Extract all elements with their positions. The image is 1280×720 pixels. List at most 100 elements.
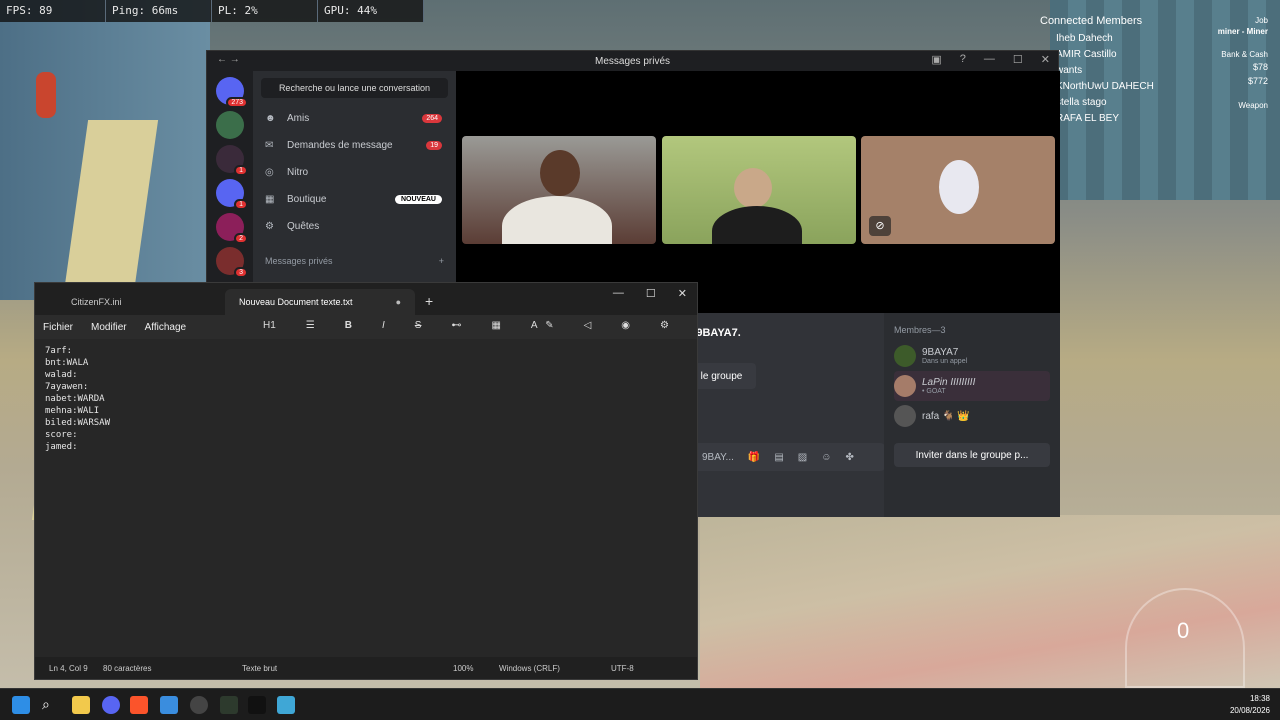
unsaved-dot-icon: ●: [395, 297, 401, 307]
hud-job-label: Job: [1255, 16, 1268, 25]
new-badge: NOUVEAU: [394, 195, 442, 204]
text-line: mehna:WALI: [45, 406, 100, 416]
photos-icon[interactable]: [160, 696, 178, 714]
close-button[interactable]: ✕: [1041, 53, 1050, 66]
badge: 273: [226, 97, 248, 108]
system-tray[interactable]: 18:38 20/08/2026: [1230, 693, 1270, 717]
speedometer-value: 0: [1177, 618, 1190, 643]
minimize-button[interactable]: —: [613, 287, 624, 300]
add-dm-icon[interactable]: +: [439, 256, 444, 266]
minimize-button[interactable]: —: [984, 53, 995, 66]
account-icon[interactable]: ◉: [621, 320, 630, 331]
nav-message-requests[interactable]: ✉ Demandes de message 19: [253, 132, 456, 159]
fivem-icon[interactable]: [220, 696, 238, 714]
inbox-icon[interactable]: ▣: [931, 53, 941, 66]
message-input[interactable]: 9BAY... 🎁 ▤ ▨ ☺ ✤: [666, 443, 886, 471]
server-icon[interactable]: [216, 111, 244, 139]
member-item[interactable]: LaPin IIIIIIIII • GOAT: [894, 371, 1050, 401]
tab-citizenfx[interactable]: CitizenFX.ini: [35, 289, 225, 315]
server-home[interactable]: 273: [216, 77, 248, 108]
apps-icon[interactable]: ✤: [845, 452, 853, 463]
pl-readout: PL: 2%: [212, 0, 318, 22]
steam-icon[interactable]: [190, 696, 208, 714]
cursor-position: Ln 4, Col 9: [49, 663, 88, 673]
server-icon[interactable]: 3: [216, 247, 248, 278]
invite-button[interactable]: Inviter dans le groupe p...: [894, 443, 1050, 467]
gift-icon[interactable]: 🎁: [748, 452, 760, 463]
tab-active[interactable]: Nouveau Document texte.txt ●: [225, 289, 415, 315]
discord-icon[interactable]: [102, 696, 120, 714]
line-ending: Windows (CRLF): [499, 663, 560, 673]
link-icon[interactable]: ⊷: [451, 320, 461, 331]
italic-icon[interactable]: I: [382, 320, 385, 331]
help-icon[interactable]: ?: [960, 53, 966, 66]
menu-file[interactable]: Fichier: [43, 322, 73, 333]
text-line: 7arf:: [45, 346, 73, 356]
server-icon[interactable]: 1: [216, 145, 248, 176]
notepad-icon[interactable]: [277, 696, 295, 714]
shop-icon: ▦: [265, 194, 275, 205]
settings-icon[interactable]: ⚙: [660, 320, 669, 331]
maximize-button[interactable]: ☐: [1013, 53, 1023, 66]
video-tile[interactable]: [662, 136, 856, 244]
strikethrough-icon[interactable]: S: [415, 320, 422, 331]
server-icon[interactable]: 1: [216, 179, 248, 210]
dm-section-header: Messages privés +: [253, 240, 456, 270]
avatar: [894, 405, 916, 427]
nav-nitro[interactable]: ◎ Nitro: [253, 159, 456, 186]
badge: 2: [234, 233, 248, 244]
new-tab-button[interactable]: +: [425, 293, 433, 309]
clock-date: 20/08/2026: [1229, 706, 1270, 715]
text-line: walad:: [45, 370, 78, 380]
muted-icon: ⊘: [869, 216, 891, 236]
quests-icon: ⚙: [265, 221, 274, 232]
tab-label: Nouveau Document texte.txt: [239, 297, 353, 307]
heading-dropdown[interactable]: H1: [263, 320, 276, 331]
notepad-window: CitizenFX.ini Nouveau Document texte.txt…: [34, 282, 698, 680]
member-item[interactable]: 9BAYA7 Dans un appel: [894, 341, 1050, 371]
video-tile[interactable]: [462, 136, 656, 244]
file-explorer-icon[interactable]: [72, 696, 90, 714]
mail-icon: ✉: [265, 140, 274, 151]
close-button[interactable]: ✕: [678, 287, 687, 300]
avatar: [894, 345, 916, 367]
text-line: biled:WARSAW: [45, 418, 111, 428]
text-editor[interactable]: 7arf: bnt:WALA walad: 7ayawen: nabet:WAR…: [35, 339, 697, 657]
hud-bank: $78: [1252, 62, 1268, 72]
clear-format-icon[interactable]: A: [531, 320, 538, 331]
start-icon[interactable]: [12, 696, 30, 714]
search-input[interactable]: Recherche ou lance une conversation: [261, 78, 448, 98]
epic-icon[interactable]: [248, 696, 266, 714]
ping-readout: Ping: 66ms: [106, 0, 212, 22]
brave-icon[interactable]: [130, 696, 148, 714]
announce-icon[interactable]: ◁: [584, 320, 592, 331]
badge: 3: [234, 267, 248, 278]
member-name: rafa 🐐 👑: [922, 410, 970, 422]
menu-edit[interactable]: Modifier: [91, 322, 127, 333]
menu-view[interactable]: Affichage: [145, 322, 187, 333]
count-badge: 19: [426, 141, 442, 150]
bold-icon[interactable]: B: [345, 320, 352, 331]
server-icon[interactable]: 2: [216, 213, 248, 244]
gif-icon[interactable]: ▤: [774, 452, 783, 463]
member-name: LaPin IIIIIIIII: [922, 377, 976, 388]
menu-bar: Fichier Modifier Affichage H1 ☰ B I S ⊷ …: [35, 315, 697, 339]
nav-friends[interactable]: ☻ Amis 264: [253, 105, 456, 132]
search-icon[interactable]: ⌕: [42, 696, 60, 714]
nav-quests[interactable]: ⚙ Quêtes: [253, 213, 456, 240]
nav-shop[interactable]: ▦ Boutique NOUVEAU: [253, 186, 456, 213]
back-forward-icons[interactable]: ← →: [217, 54, 240, 65]
video-tile-avatar[interactable]: ⊘: [861, 136, 1055, 244]
maximize-button[interactable]: ☐: [646, 287, 656, 300]
table-icon[interactable]: ▦: [491, 320, 500, 331]
list-icon[interactable]: ☰: [306, 320, 315, 331]
member-item[interactable]: rafa 🐐 👑: [894, 401, 1050, 431]
taskbar: ⌕ 18:38 20/08/2026: [0, 688, 1280, 720]
badge: 1: [234, 199, 248, 210]
emoji-icon[interactable]: ☺: [821, 452, 831, 463]
text-line: jamed:: [45, 442, 78, 452]
copilot-icon[interactable]: ✎: [545, 320, 553, 331]
sticker-icon[interactable]: ▨: [798, 452, 807, 463]
perf-overlay: FPS: 89 Ping: 66ms PL: 2% GPU: 44%: [0, 0, 424, 22]
nav-label: Quêtes: [287, 221, 320, 232]
